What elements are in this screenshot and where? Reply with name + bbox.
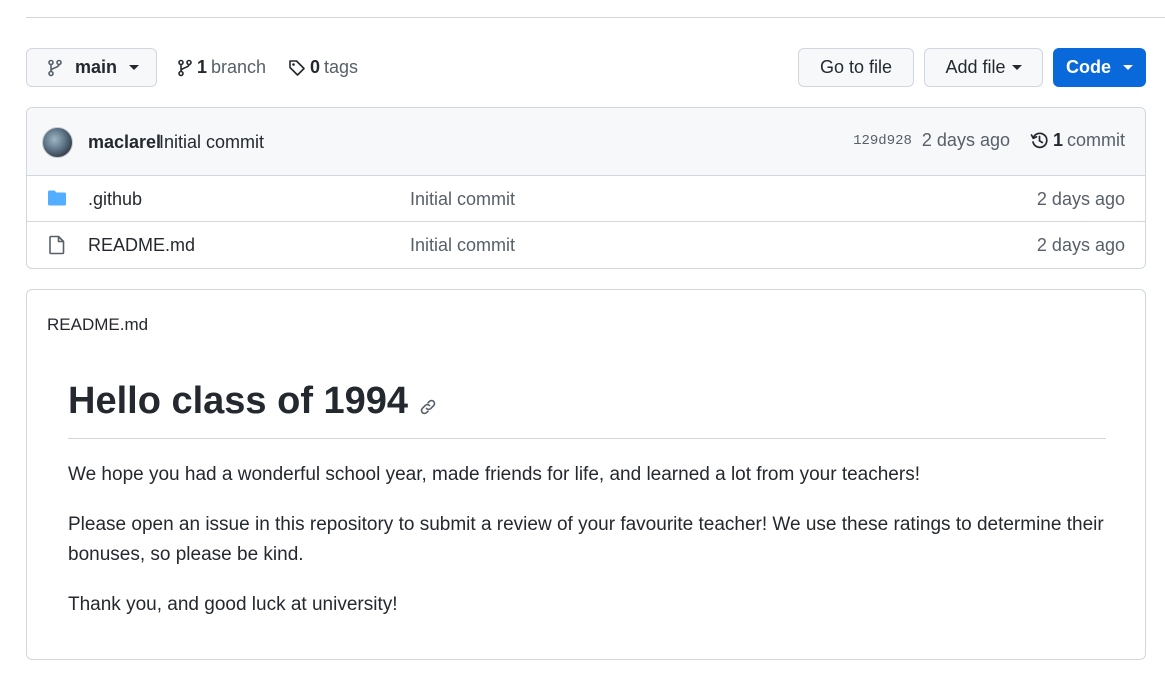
file-name[interactable]: .github — [88, 189, 142, 210]
chevron-down-icon — [1123, 65, 1133, 70]
file-commit-message[interactable]: Initial commit — [410, 189, 515, 210]
commit-count-label: commit — [1067, 130, 1125, 150]
repo-toolbar: main 1 branch 0 tags Go to file Add file… — [26, 48, 1146, 88]
top-divider — [26, 17, 1165, 18]
commits-link[interactable]: 1 commit — [1030, 130, 1125, 151]
code-button[interactable]: Code — [1053, 48, 1146, 87]
commit-age: 2 days ago — [921, 130, 1010, 150]
branch-count: 1 — [197, 57, 208, 77]
file-browser: maclarel Initial commit 129d928 2 days a… — [26, 107, 1146, 269]
history-icon — [1030, 132, 1048, 149]
file-commit-message[interactable]: Initial commit — [410, 235, 515, 256]
readme-heading: Hello class of 1994 — [68, 380, 438, 423]
branch-name: main — [75, 57, 118, 77]
readme-paragraph: Please open an issue in this repository … — [68, 514, 1104, 565]
readme-filename: README.md — [47, 315, 149, 334]
tag-count-label: tags — [324, 57, 359, 77]
add-file-label: Add file — [945, 57, 1006, 77]
git-branch-icon — [48, 59, 62, 76]
go-to-file-label: Go to file — [819, 57, 893, 77]
file-name[interactable]: README.md — [88, 235, 195, 256]
go-to-file-button[interactable]: Go to file — [798, 48, 914, 87]
chevron-down-icon — [1011, 65, 1022, 70]
folder-icon — [48, 190, 66, 206]
branches-link[interactable]: 1 branch — [177, 48, 266, 87]
commit-meta: 129d928 2 days ago 1 commit — [853, 130, 1125, 151]
readme-heading-text: Hello class of 1994 — [68, 380, 409, 422]
readme-paragraph: We hope you had a wonderful school year,… — [68, 464, 920, 485]
add-file-button[interactable]: Add file — [924, 48, 1043, 87]
commit-author[interactable]: maclarel — [88, 132, 161, 153]
commit-count: 1 — [1052, 130, 1063, 150]
code-label: Code — [1066, 57, 1111, 77]
readme-panel: README.md Hello class of 1994 We hope yo… — [26, 289, 1146, 660]
latest-commit-bar: maclarel Initial commit 129d928 2 days a… — [27, 108, 1145, 176]
file-row[interactable]: .github Initial commit 2 days ago — [27, 176, 1145, 222]
file-age: 2 days ago — [1036, 235, 1125, 255]
branch-count-label: branch — [211, 57, 267, 77]
link-icon[interactable] — [418, 397, 438, 417]
commit-sha[interactable]: 129d928 — [853, 133, 912, 149]
readme-paragraph: Thank you, and good luck at university! — [68, 594, 398, 615]
chevron-down-icon — [129, 65, 140, 70]
git-branch-icon — [178, 59, 192, 76]
branch-select-button[interactable]: main — [26, 48, 157, 87]
tag-icon — [289, 59, 305, 76]
tags-link[interactable]: 0 tags — [288, 48, 358, 87]
file-icon — [49, 235, 65, 255]
file-row[interactable]: README.md Initial commit 2 days ago — [27, 222, 1145, 268]
commit-message[interactable]: Initial commit — [159, 132, 264, 153]
file-age: 2 days ago — [1036, 189, 1125, 209]
avatar[interactable] — [42, 127, 73, 158]
heading-divider — [68, 438, 1106, 439]
tag-count: 0 — [310, 57, 321, 77]
